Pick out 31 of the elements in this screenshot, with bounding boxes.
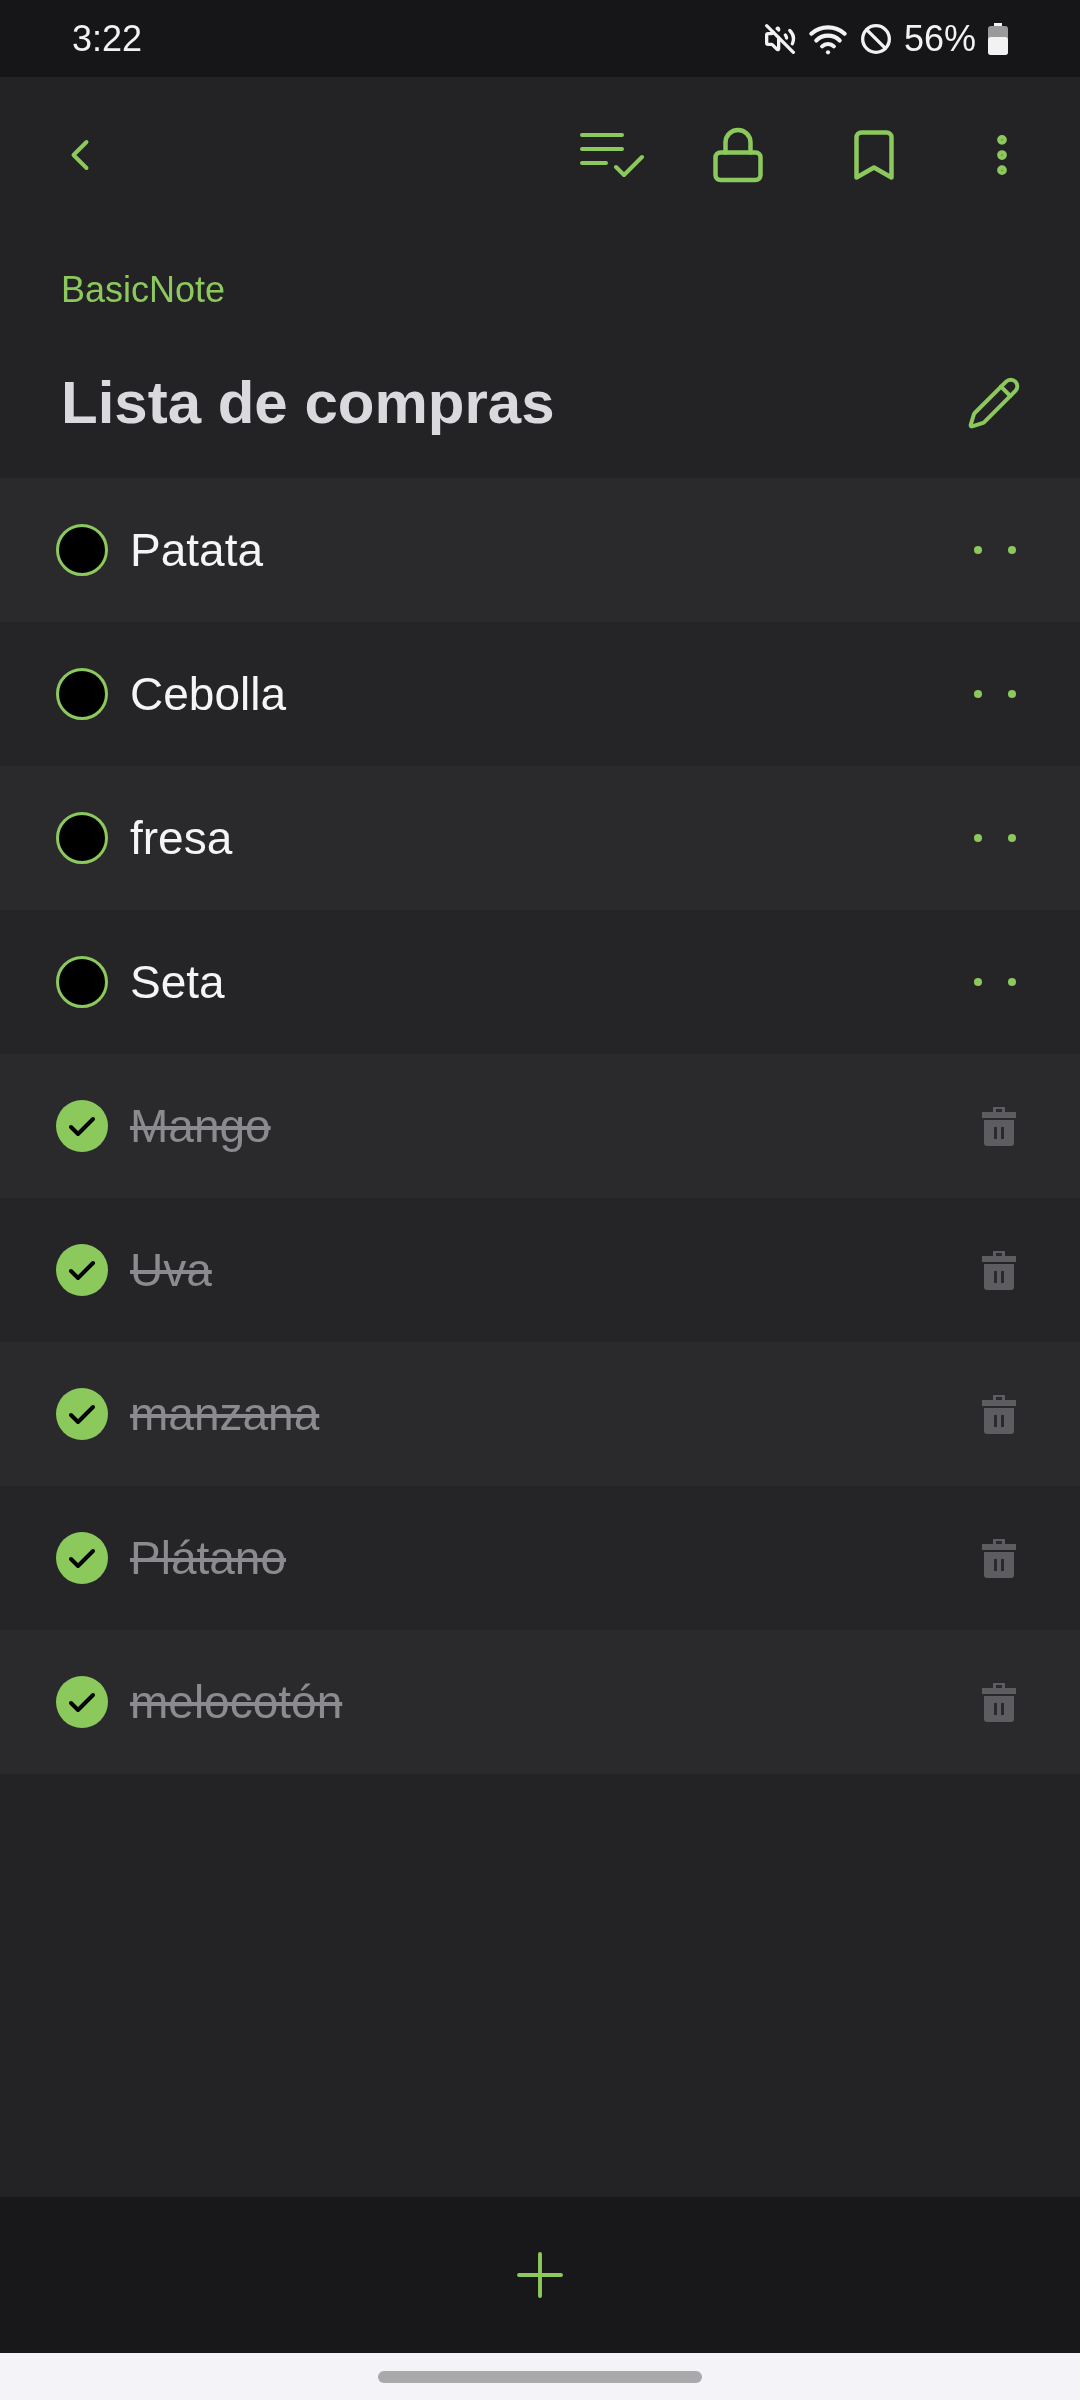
item-text: Seta [130,955,225,1010]
drag-dots-icon[interactable] [974,978,1016,986]
item-text: Uva [130,1243,212,1298]
checked-circle-icon[interactable] [56,1100,108,1152]
unchecked-circle-icon[interactable] [56,668,108,720]
drag-dots-icon[interactable] [974,546,1016,554]
battery-percent: 56% [903,20,976,57]
checked-circle-icon[interactable] [56,1532,108,1584]
drag-dots-icon[interactable] [974,834,1016,842]
unchecked-circle-icon[interactable] [56,812,108,864]
status-time: 3:22 [72,20,143,57]
drag-dots-icon[interactable] [974,690,1016,698]
unchecked-circle-icon[interactable] [56,524,108,576]
item-text: manzana [130,1387,320,1442]
checked-circle-icon[interactable] [56,1388,108,1440]
note-title: Lista de compras [61,368,555,438]
checked-circle-icon[interactable] [56,1244,108,1296]
battery-icon [988,22,1008,55]
item-text: Plátano [130,1531,286,1586]
mute-icon [763,22,796,55]
do-not-disturb-icon [859,22,892,55]
app-name: BasicNote [61,268,226,312]
item-text: melocotón [130,1675,343,1730]
unchecked-circle-icon[interactable] [56,956,108,1008]
item-text: Mango [130,1099,271,1154]
checked-circle-icon[interactable] [56,1676,108,1728]
edit-pencil-icon[interactable] [966,375,1022,431]
list-check-icon[interactable] [580,131,644,179]
item-text: Patata [130,523,263,578]
item-text: Cebolla [130,667,286,722]
item-text: fresa [130,811,233,866]
